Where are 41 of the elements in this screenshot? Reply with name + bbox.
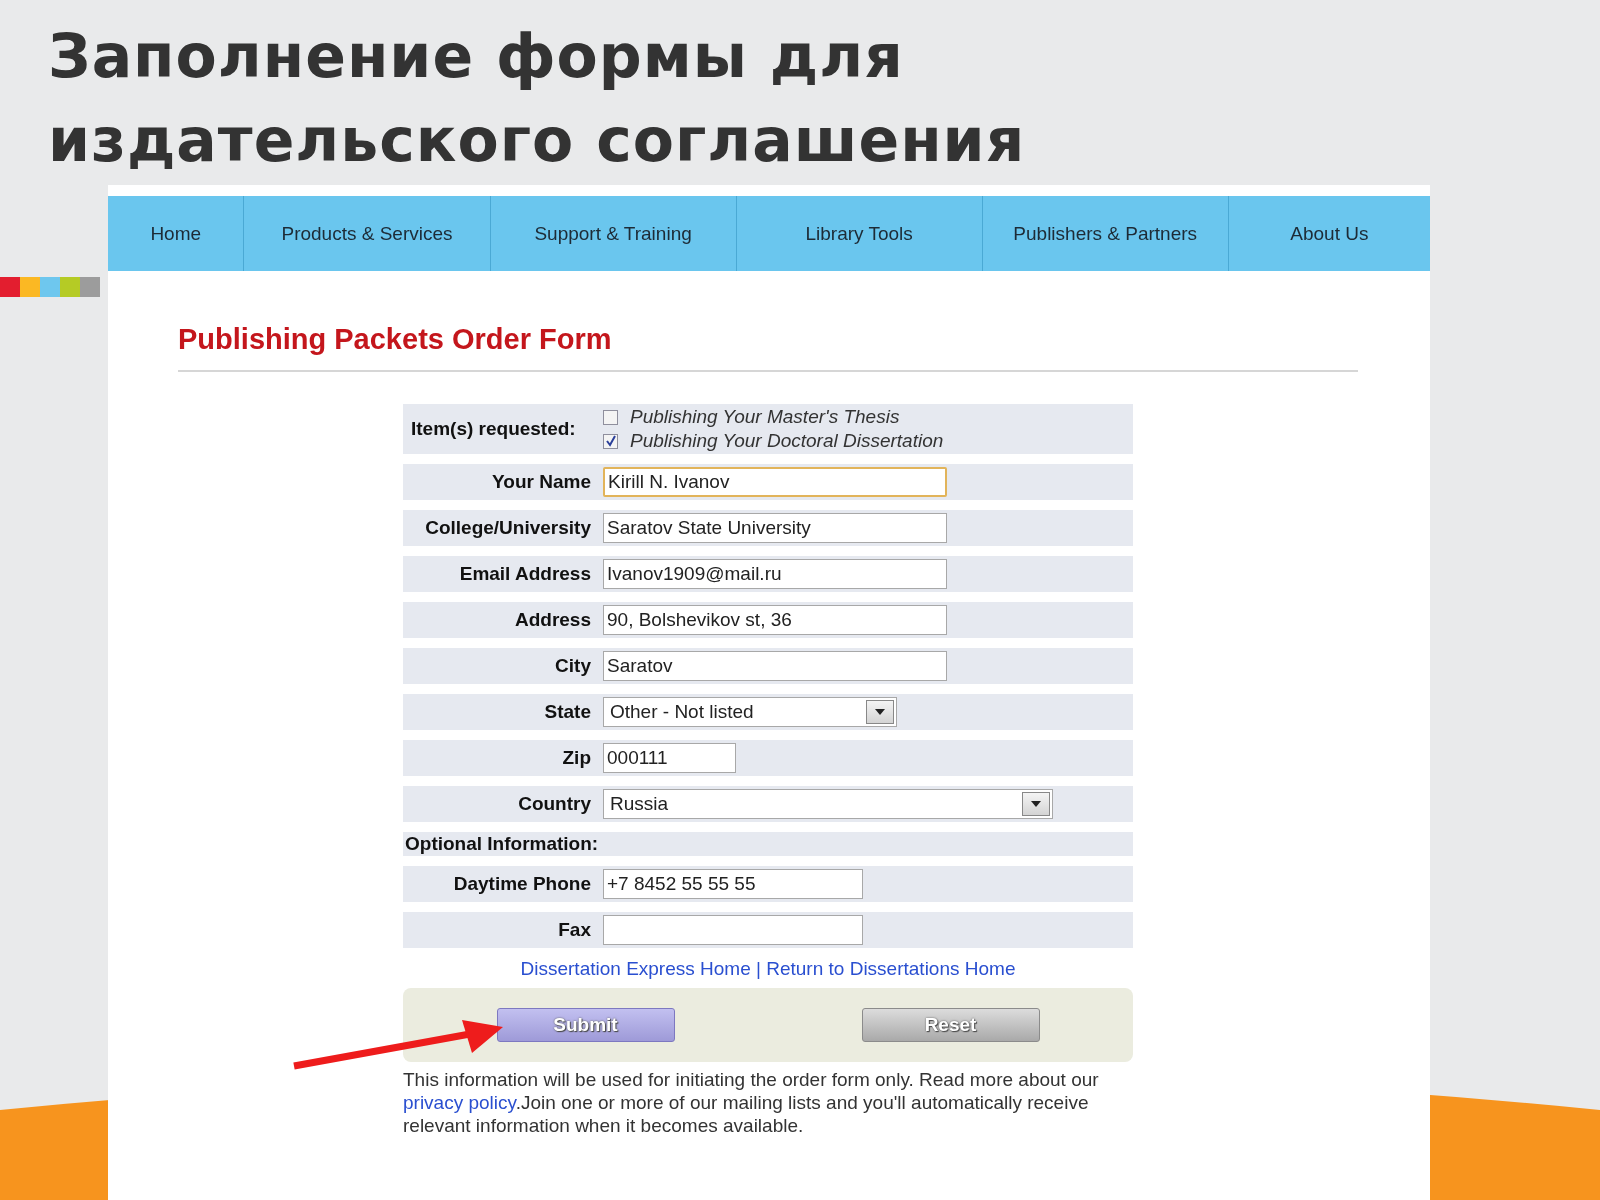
text-field[interactable]: +7 8452 55 55 55 (603, 869, 863, 899)
text-field[interactable]: 90, Bolshevikov st, 36 (603, 605, 947, 635)
field-label: City (554, 655, 592, 677)
link-separator: | (756, 958, 761, 979)
text-field[interactable]: Saratov (603, 651, 947, 681)
section-heading: Optional Information: (404, 833, 599, 855)
nav-link[interactable]: Support & Training (490, 196, 737, 271)
field-label: State (543, 701, 592, 723)
field-label: Item(s) requested: (410, 418, 577, 440)
slide-title: Заполнение формы для издательского соглашения (47, 20, 1027, 172)
field-label: College/University (424, 517, 592, 539)
dropdown[interactable]: Russia (603, 789, 1053, 819)
link[interactable]: Dissertation Express Home (520, 958, 751, 979)
text-field[interactable] (603, 915, 863, 945)
text-field[interactable]: Kirill N. Ivanov (603, 467, 947, 497)
privacy-link[interactable]: privacy policy (403, 1092, 516, 1113)
caret-icon (875, 709, 885, 715)
checkbox-label: Publishing Your Master's Thesis (630, 406, 900, 428)
caret-icon (1031, 801, 1041, 807)
nav-link[interactable]: Publishers & Partners (982, 196, 1229, 271)
text-field[interactable]: Ivanov1909@mail.ru (603, 559, 947, 589)
notice-paragraph: This information will be used for initiating the order form only. Read more about our privacy policy.Join one or more of our mailing lists and you'll automatically receive relevant information when it becomes available. (403, 1068, 1100, 1137)
field-label: Your Name (491, 471, 592, 493)
checkbox-label: Publishing Your Doctoral Dissertation (630, 430, 944, 452)
checkbox[interactable] (603, 409, 618, 425)
nav-link[interactable]: Library Tools (736, 196, 983, 271)
dropdown[interactable]: Other - Not listed (603, 697, 897, 727)
text-field[interactable]: 000111 (603, 743, 736, 773)
nav-link[interactable]: Home (108, 196, 245, 271)
nav-link[interactable]: Products & Services (244, 196, 491, 271)
link[interactable]: Return to Dissertations Home (766, 958, 1016, 979)
nav-link[interactable]: About Us (1228, 196, 1430, 271)
text-field[interactable]: Saratov State University (603, 513, 947, 543)
field-label: Country (517, 793, 592, 815)
field-label: Fax (557, 919, 592, 941)
form-title: Publishing Packets Order Form (178, 323, 612, 357)
field-label: Email Address (458, 563, 592, 585)
field-label: Address (513, 609, 592, 631)
field-label: Zip (561, 747, 592, 769)
checkbox[interactable] (603, 433, 618, 449)
field-label: Daytime Phone (452, 873, 592, 895)
